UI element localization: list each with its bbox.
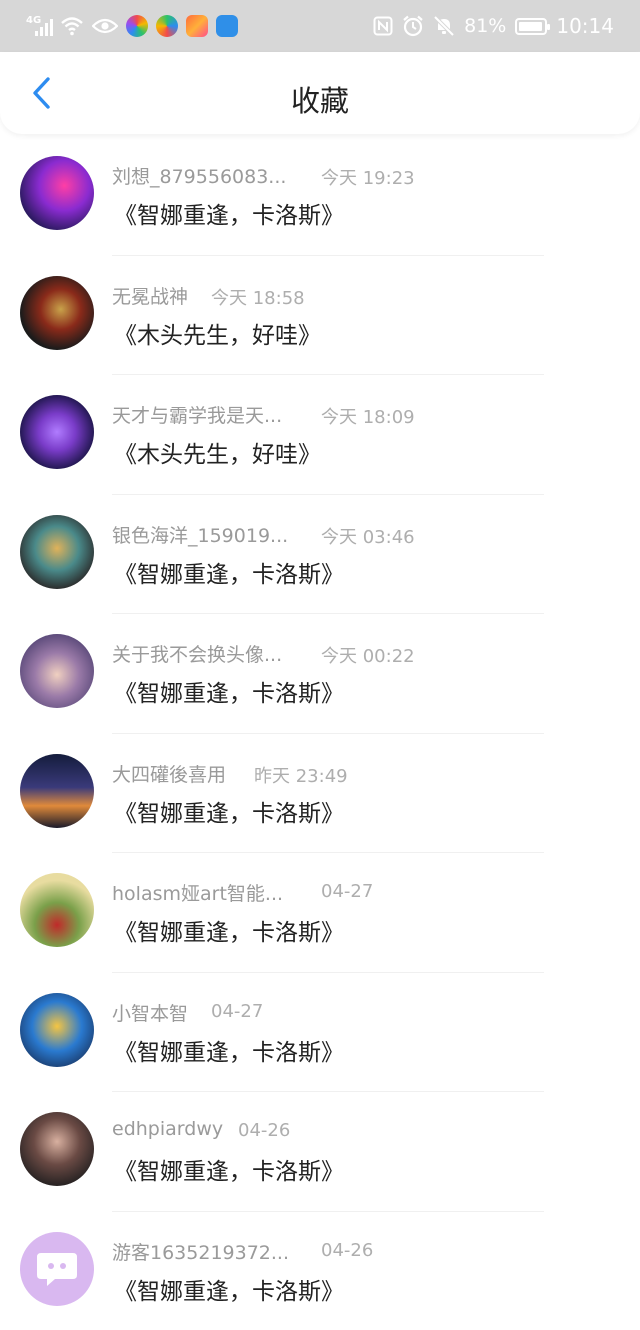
avatar[interactable] (20, 514, 94, 589)
avatar[interactable] (20, 1112, 94, 1186)
item-title[interactable]: 《智娜重逢，卡洛斯》 (114, 1272, 344, 1306)
item-timestamp: 今天 18:58 (211, 287, 305, 309)
list-item[interactable]: holasm娅art智能... 04-27 《智娜重逢，卡洛斯》 (0, 853, 640, 973)
item-timestamp: 今天 03:46 (321, 526, 415, 548)
item-timestamp: 04-26 (238, 1120, 291, 1141)
nfc-icon (373, 16, 393, 36)
mute-icon (433, 15, 455, 37)
item-username[interactable]: 大四礶後喜用 (112, 760, 226, 787)
item-title[interactable]: 《智娜重逢，卡洛斯》 (114, 1152, 344, 1186)
item-username[interactable]: 银色海洋_159019... (112, 521, 288, 548)
item-title[interactable]: 《智娜重逢，卡洛斯》 (114, 1033, 344, 1067)
item-username[interactable]: 无冕战神 (112, 282, 188, 309)
avatar[interactable] (20, 753, 94, 828)
item-title[interactable]: 《智娜重逢，卡洛斯》 (114, 674, 344, 708)
list-item[interactable]: 天才与霸学我是天... 今天 18:09 《木头先生，好哇》 (0, 375, 640, 495)
avatar[interactable] (20, 873, 94, 947)
item-username[interactable]: 刘想_879556083... (112, 162, 286, 189)
item-title[interactable]: 《智娜重逢，卡洛斯》 (114, 794, 344, 828)
page-title: 收藏 (290, 84, 349, 118)
avatar[interactable] (20, 1231, 94, 1306)
item-timestamp: 昨天 23:49 (254, 765, 348, 787)
list-item[interactable]: 刘想_879556083... 今天 19:23 《智娜重逢，卡洛斯》 (0, 136, 640, 256)
eye-icon (92, 18, 118, 34)
list-item[interactable]: 大四礶後喜用 昨天 23:49 《智娜重逢，卡洛斯》 (0, 734, 640, 853)
battery-icon (515, 17, 551, 35)
item-title[interactable]: 《智娜重逢，卡洛斯》 (114, 555, 344, 589)
status-right-icons: 81% 10:14 (373, 12, 614, 40)
status-bar: 4G 81% 10:14 (0, 0, 640, 52)
list-item[interactable]: 游客1635219372... 04-26 《智娜重逢，卡洛斯》 (0, 1212, 640, 1330)
app-icon (186, 15, 208, 37)
item-timestamp: 今天 19:23 (321, 168, 415, 189)
signal-icon: 4G (26, 16, 53, 36)
list-item[interactable]: 关于我不会换头像... 今天 00:22 《智娜重逢，卡洛斯》 (0, 614, 640, 734)
list-item[interactable]: 银色海洋_159019... 今天 03:46 《智娜重逢，卡洛斯》 (0, 495, 640, 614)
item-timestamp: 04-27 (321, 881, 374, 902)
avatar[interactable] (20, 156, 94, 230)
list-item[interactable]: 小智本智 04-27 《智娜重逢，卡洛斯》 (0, 973, 640, 1092)
alarm-icon (403, 15, 423, 37)
item-timestamp: 今天 00:22 (321, 646, 415, 667)
item-title[interactable]: 《木头先生，好哇》 (114, 316, 321, 350)
app-icon (216, 15, 238, 37)
favorites-list: 刘想_879556083... 今天 19:23 《智娜重逢，卡洛斯》 无冕战神… (0, 136, 640, 1330)
avatar[interactable] (20, 992, 94, 1067)
item-timestamp: 04-26 (321, 1239, 374, 1261)
avatar[interactable] (20, 634, 94, 708)
item-title[interactable]: 《智娜重逢，卡洛斯》 (114, 196, 344, 230)
item-username[interactable]: 关于我不会换头像... (112, 640, 282, 667)
item-username[interactable]: 游客1635219372... (112, 1238, 289, 1265)
item-username[interactable]: 天才与霸学我是天... (112, 401, 282, 428)
app-icon (126, 15, 148, 37)
item-username[interactable]: holasm娅art智能... (112, 879, 283, 906)
app-icon (156, 15, 178, 37)
item-username[interactable]: 小智本智 (112, 999, 188, 1026)
item-title[interactable]: 《木头先生，好哇》 (114, 435, 321, 469)
item-timestamp: 04-27 (211, 1000, 264, 1022)
chat-bubble-icon (37, 1252, 77, 1286)
item-username[interactable]: edhpiardwy (112, 1118, 223, 1140)
avatar[interactable] (20, 275, 94, 350)
battery-percent: 81% (464, 15, 507, 37)
list-item[interactable]: 无冕战神 今天 18:58 《木头先生，好哇》 (0, 256, 640, 375)
clock: 10:14 (556, 14, 614, 38)
item-timestamp: 今天 18:09 (321, 407, 415, 428)
status-left-icons: 4G (26, 12, 238, 40)
item-title[interactable]: 《智娜重逢，卡洛斯》 (114, 913, 344, 947)
avatar[interactable] (20, 395, 94, 469)
navigation-bar: 收藏 (0, 52, 640, 134)
wifi-icon (61, 17, 83, 36)
list-item[interactable]: edhpiardwy 04-26 《智娜重逢，卡洛斯》 (0, 1092, 640, 1212)
